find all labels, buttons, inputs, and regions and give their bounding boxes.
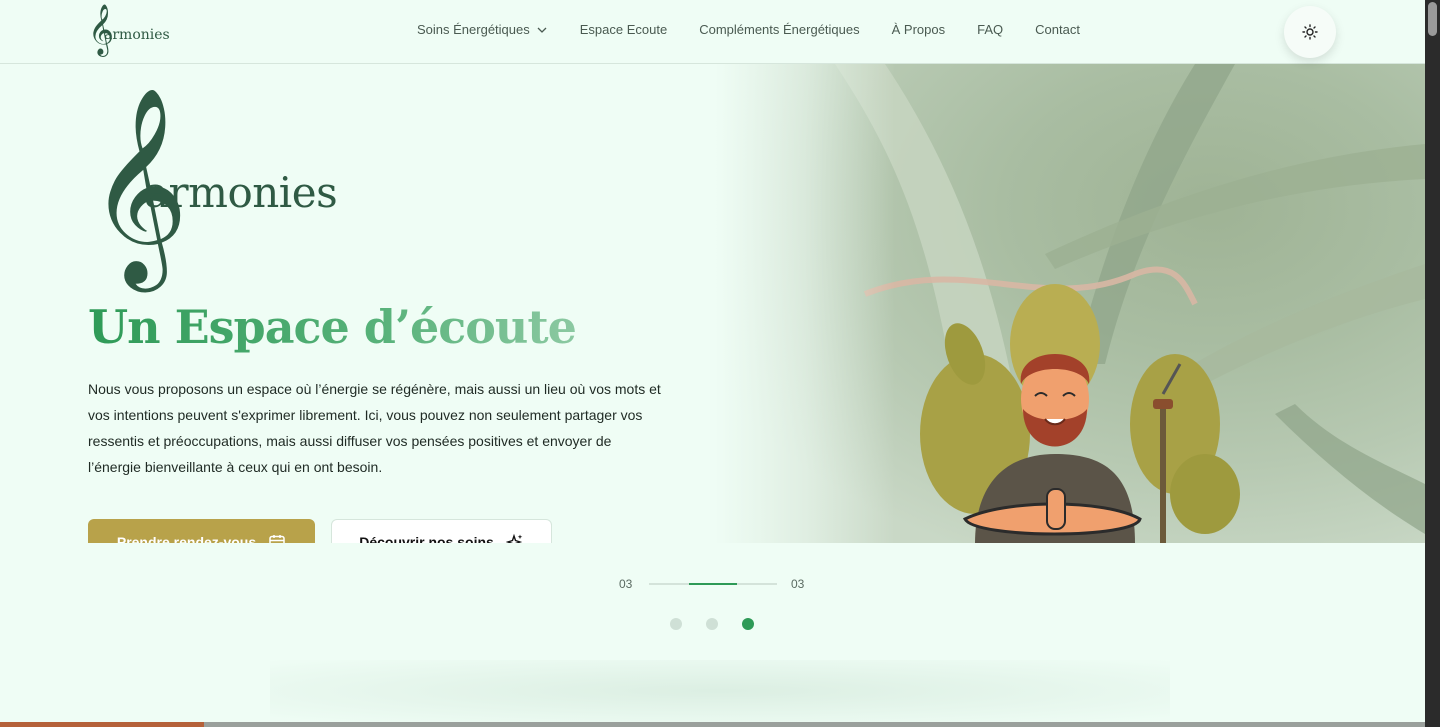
decorative-glow xyxy=(270,660,1170,722)
book-appointment-button[interactable]: Prendre rendez-vous xyxy=(88,519,315,543)
discover-services-button[interactable]: Découvrir nos soins xyxy=(331,519,552,543)
chevron-down-icon xyxy=(537,27,547,33)
nav-label: À Propos xyxy=(891,22,946,37)
sparkles-icon xyxy=(505,533,523,543)
page-progress-fill xyxy=(0,722,204,727)
nav-soins-energetiques[interactable]: Soins Énergétiques xyxy=(417,22,548,37)
logo-wordmark: armonies xyxy=(104,27,170,43)
calendar-icon xyxy=(269,535,285,543)
page-progress-bar xyxy=(0,722,1425,727)
nav-label: FAQ xyxy=(977,22,1004,37)
hero-image-fade xyxy=(715,64,895,543)
meditating-man-illustration xyxy=(920,284,1240,543)
nav-contact[interactable]: Contact xyxy=(1035,22,1080,37)
slider-dot-3[interactable] xyxy=(742,618,754,630)
main-nav: Soins Énergétiques Espace Ecoute Complém… xyxy=(417,22,1080,37)
button-label: Prendre rendez-vous xyxy=(116,534,257,543)
slider-dot-1[interactable] xyxy=(670,618,682,630)
button-label: Découvrir nos soins xyxy=(359,534,494,543)
nav-label: Espace Ecoute xyxy=(579,22,668,37)
treble-clef-icon: 𝄞 xyxy=(88,4,115,55)
sun-icon xyxy=(1302,24,1318,40)
hero-image xyxy=(715,64,1425,543)
nav-a-propos[interactable]: À Propos xyxy=(892,22,945,37)
nav-faq[interactable]: FAQ xyxy=(977,22,1003,37)
slide-current: 03 xyxy=(619,577,633,591)
slider-dots xyxy=(670,618,754,630)
scrollbar[interactable] xyxy=(1425,0,1440,727)
header-logo[interactable]: 𝄞 armonies xyxy=(88,8,170,52)
hero-buttons: Prendre rendez-vous Découvrir nos soins xyxy=(0,0,715,543)
slider-track-fill xyxy=(689,583,737,585)
nav-complements-energetiques[interactable]: Compléments Énergétiques xyxy=(699,22,859,37)
nav-label: Soins Énergétiques xyxy=(417,22,530,37)
slider-progress: 03 03 xyxy=(619,577,807,591)
nav-label: Compléments Énergétiques xyxy=(699,22,860,37)
scrollbar-thumb[interactable] xyxy=(1428,2,1437,36)
site-header: 𝄞 armonies Soins Énergétiques Espace Eco… xyxy=(0,0,1425,64)
nav-espace-ecoute[interactable]: Espace Ecoute xyxy=(580,22,667,37)
slide-total: 03 xyxy=(791,577,805,591)
slider-track xyxy=(649,583,777,585)
nav-label: Contact xyxy=(1035,22,1080,37)
theme-toggle-button[interactable] xyxy=(1284,6,1336,58)
slider-dot-2[interactable] xyxy=(706,618,718,630)
